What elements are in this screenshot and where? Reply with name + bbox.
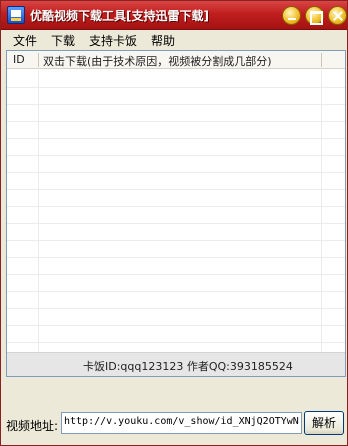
grid-row-line xyxy=(7,308,345,309)
menu-bar: 文件 下载 支持卡饭 帮助 xyxy=(1,30,347,49)
grid-row-line xyxy=(7,291,345,292)
grid-row-line xyxy=(7,274,345,275)
menu-support-kafan[interactable]: 支持卡饭 xyxy=(89,32,137,49)
column-header-id[interactable]: ID xyxy=(13,53,25,66)
close-button[interactable] xyxy=(328,6,347,25)
minimize-button[interactable] xyxy=(282,6,301,25)
window-title: 优酷视频下载工具[支持迅雷下载] xyxy=(30,9,209,23)
grid-row-line xyxy=(7,342,345,343)
list-header: ID 双击下载(由于技术原因，视频被分割成几部分) xyxy=(7,51,345,69)
grid-row-line xyxy=(7,206,345,207)
title-bar[interactable]: 优酷视频下载工具[支持迅雷下载] xyxy=(1,1,347,30)
list-rows[interactable] xyxy=(7,70,345,352)
grid-row-line xyxy=(7,257,345,258)
menu-help[interactable]: 帮助 xyxy=(151,32,175,49)
grid-column-line xyxy=(321,70,322,352)
grid-row-line xyxy=(7,138,345,139)
grid-row-line xyxy=(7,223,345,224)
grid-row-line xyxy=(7,240,345,241)
grid-row-line xyxy=(7,87,345,88)
grid-row-line xyxy=(7,121,345,122)
menu-file[interactable]: 文件 xyxy=(13,32,37,49)
app-window: 优酷视频下载工具[支持迅雷下载] 文件 下载 支持卡饭 帮助 ID 双击下载(由… xyxy=(0,0,348,446)
menu-download[interactable]: 下载 xyxy=(51,32,75,49)
column-header-download[interactable]: 双击下载(由于技术原因，视频被分割成几部分) xyxy=(43,53,272,69)
address-label: 视频地址: xyxy=(6,419,59,433)
column-divider[interactable] xyxy=(38,53,39,67)
grid-row-line xyxy=(7,172,345,173)
grid-row-line xyxy=(7,189,345,190)
grid-column-line xyxy=(38,70,39,352)
download-list[interactable]: ID 双击下载(由于技术原因，视频被分割成几部分) 卡饭ID:qqq123123… xyxy=(6,50,346,377)
author-info: 卡饭ID:qqq123123 作者QQ:393185524 xyxy=(83,360,293,373)
parse-button[interactable]: 解析 xyxy=(304,411,344,435)
status-strip: 卡饭ID:qqq123123 作者QQ:393185524 xyxy=(7,352,345,376)
maximize-button[interactable] xyxy=(305,6,324,25)
column-divider[interactable] xyxy=(321,53,322,67)
video-app-icon xyxy=(7,6,25,24)
grid-row-line xyxy=(7,104,345,105)
video-url-input[interactable]: http://v.youku.com/v_show/id_XNjQ2OTYwN xyxy=(61,412,302,434)
grid-row-line xyxy=(7,325,345,326)
grid-row-line xyxy=(7,155,345,156)
